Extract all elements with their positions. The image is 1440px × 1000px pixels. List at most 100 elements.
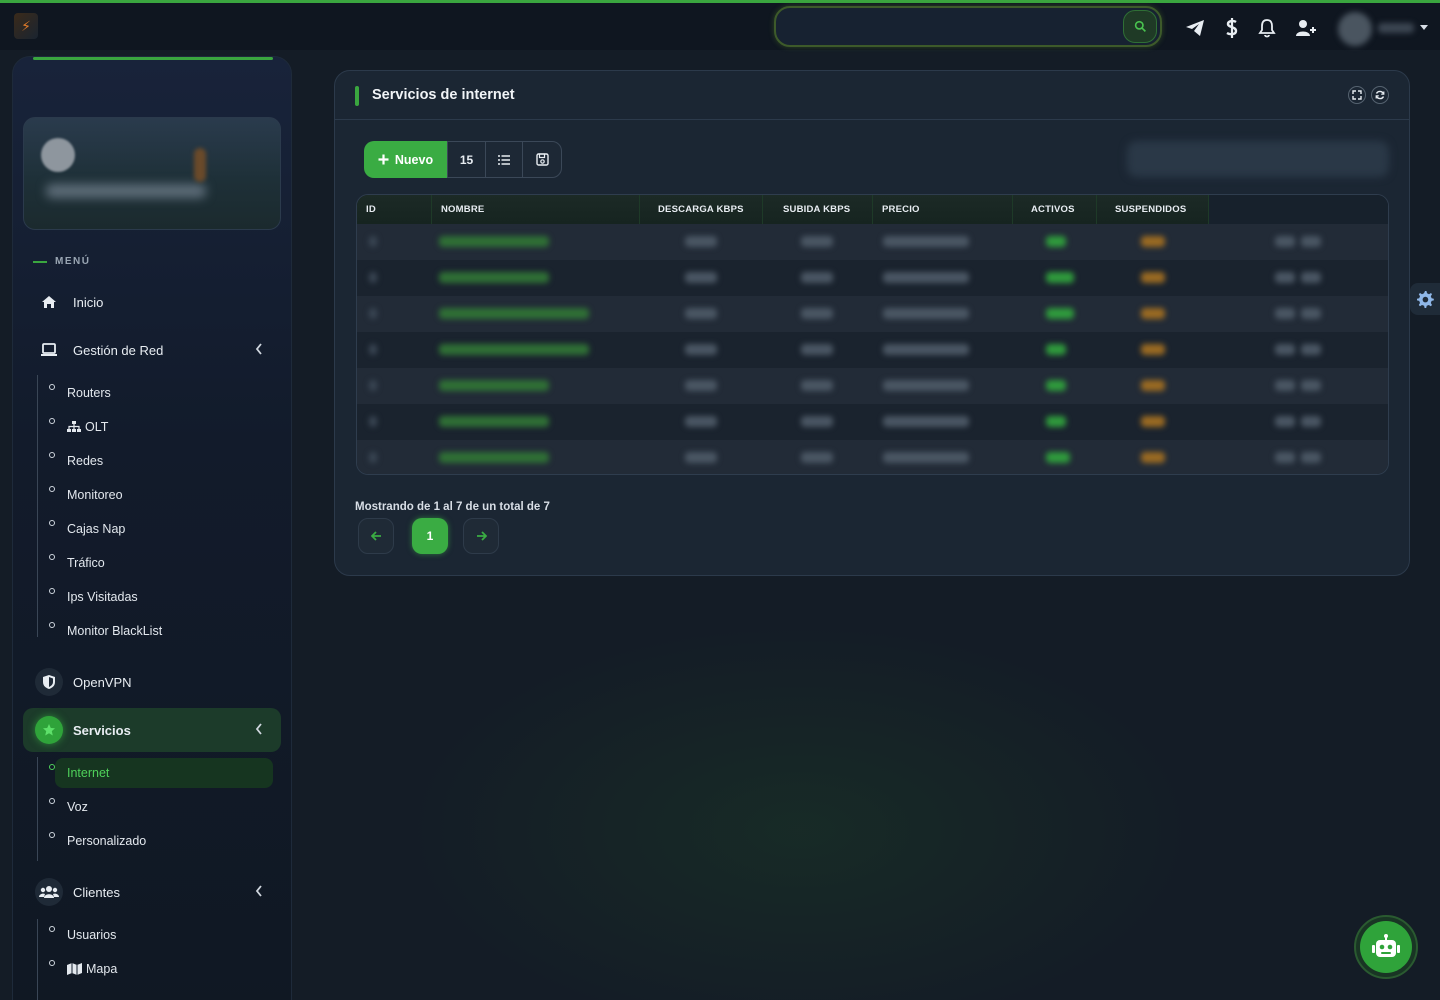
sidebar-subitem-personalizado[interactable]: Personalizado <box>45 826 273 856</box>
sidebar-item-clientes[interactable]: Clientes <box>23 870 281 914</box>
user-plus-icon[interactable] <box>1295 17 1317 39</box>
chatbot-button[interactable] <box>1354 915 1418 979</box>
services-table: ID NOMBRE DESCARGA KBPS SUBIDA KBPS PREC… <box>356 194 1389 475</box>
expand-button[interactable] <box>1348 86 1366 104</box>
menu-title-label: MENÚ <box>55 256 91 267</box>
redacted-cell <box>1141 236 1165 247</box>
redacted-cell <box>883 344 969 355</box>
redacted-cell <box>439 416 549 427</box>
redacted-cell <box>1301 452 1321 463</box>
refresh-button[interactable] <box>1371 86 1389 104</box>
shield-icon <box>35 668 63 696</box>
chevron-left-icon <box>255 885 262 897</box>
bullet-icon <box>49 926 55 932</box>
col-nombre[interactable]: NOMBRE <box>432 195 640 224</box>
redacted-cell <box>883 416 969 427</box>
chevron-down-icon[interactable] <box>1420 25 1428 30</box>
redacted-cell <box>1275 272 1295 283</box>
arrow-left-icon <box>370 531 381 541</box>
settings-button[interactable] <box>1410 283 1440 315</box>
avatar <box>41 138 75 172</box>
table-search-blurred[interactable] <box>1127 141 1389 177</box>
sidebar-subitem-ips-visitadas[interactable]: Ips Visitadas <box>45 582 273 612</box>
bell-icon[interactable] <box>1256 17 1278 39</box>
list-icon <box>498 154 510 165</box>
search-button[interactable] <box>1123 10 1157 43</box>
col-id[interactable]: ID <box>357 195 432 224</box>
table-row[interactable] <box>357 260 1388 296</box>
bullet-icon <box>49 798 55 804</box>
redacted-cell <box>1046 272 1074 283</box>
sidebar-subitem-redes[interactable]: Redes <box>45 446 273 476</box>
sidebar-subitem-routers[interactable]: Routers <box>45 378 273 408</box>
sidebar-subitem-usuarios[interactable]: Usuarios <box>45 920 273 950</box>
redacted-cell <box>1275 236 1295 247</box>
subitem-label-wrap: Mapa <box>67 962 117 976</box>
sidebar-subitem-olt[interactable]: OLT <box>45 412 273 442</box>
search-icon <box>1134 20 1146 32</box>
telegram-icon[interactable] <box>1184 17 1206 39</box>
topbar: ⚡ <box>0 3 1440 50</box>
sidebar-subitem-voz[interactable]: Voz <box>45 792 273 822</box>
sidebar-item-servicios[interactable]: Servicios <box>23 708 281 752</box>
redacted-cell <box>801 380 833 391</box>
redacted-cell <box>369 236 377 247</box>
search-input[interactable] <box>788 16 1118 38</box>
redacted-cell <box>439 308 589 319</box>
user-avatar[interactable] <box>1338 12 1372 46</box>
sidebar-subitem-mapa[interactable]: Mapa <box>45 954 273 984</box>
bullet-icon <box>49 622 55 628</box>
bullet-icon <box>49 418 55 424</box>
redacted-cell <box>439 344 589 355</box>
page-button-current[interactable]: 1 <box>412 518 448 554</box>
col-descarga[interactable]: DESCARGA KBPS <box>640 195 763 224</box>
table-row[interactable] <box>357 404 1388 440</box>
redacted-cell <box>1301 344 1321 355</box>
profile-card[interactable] <box>23 117 281 230</box>
table-row[interactable] <box>357 296 1388 332</box>
redacted-cell <box>801 272 833 283</box>
sidebar-subitem-monitor-blacklist[interactable]: Monitor BlackList <box>45 616 273 646</box>
subitem-label: Cajas Nap <box>67 522 126 536</box>
prev-page-button[interactable] <box>358 518 394 554</box>
redacted-cell <box>1275 416 1295 427</box>
dollar-icon[interactable] <box>1221 17 1243 39</box>
columns-button[interactable] <box>485 141 523 178</box>
app-logo[interactable]: ⚡ <box>14 13 38 39</box>
table-row[interactable] <box>357 224 1388 260</box>
col-actions <box>1209 195 1388 224</box>
new-service-button[interactable]: Nuevo <box>364 141 447 178</box>
sidebar-subitem-internet[interactable]: Internet <box>49 758 273 788</box>
sidebar: MENÚ Inicio Gestión de Red Routers OLT R… <box>12 56 292 1000</box>
bullet-icon <box>49 832 55 838</box>
col-suspendidos[interactable]: SUSPENDIDOS <box>1097 195 1209 224</box>
sidebar-item-openvpn[interactable]: OpenVPN <box>23 660 281 704</box>
redacted-cell <box>439 380 549 391</box>
sidebar-item-inicio[interactable]: Inicio <box>23 280 281 324</box>
col-precio[interactable]: PRECIO <box>873 195 1013 224</box>
users-icon <box>35 878 63 906</box>
subitem-label: Redes <box>67 454 104 468</box>
subitem-label-wrap: OLT <box>67 420 108 434</box>
page-size-select[interactable]: 15 <box>447 141 486 178</box>
redacted-cell <box>801 416 833 427</box>
sidebar-subitem-cajas-nap[interactable]: Cajas Nap <box>45 514 273 544</box>
network-icon <box>67 421 81 432</box>
sidebar-subitem-monitoreo[interactable]: Monitoreo <box>45 480 273 510</box>
col-subida[interactable]: SUBIDA KBPS <box>763 195 873 224</box>
table-row[interactable] <box>357 332 1388 368</box>
table-row[interactable] <box>357 368 1388 404</box>
redacted-cell <box>801 344 833 355</box>
next-page-button[interactable] <box>463 518 499 554</box>
export-button[interactable] <box>522 141 562 178</box>
table-row[interactable] <box>357 440 1388 474</box>
sidebar-item-gestion-red[interactable]: Gestión de Red <box>23 328 281 372</box>
col-activos[interactable]: ACTIVOS <box>1013 195 1097 224</box>
redacted-cell <box>685 416 717 427</box>
subitem-label: Monitoreo <box>67 488 123 502</box>
chevron-left-icon <box>255 343 262 355</box>
sidebar-subitem-trafico[interactable]: Tráfico <box>45 548 273 578</box>
redacted-cell <box>1275 308 1295 319</box>
redacted-cell <box>1141 344 1165 355</box>
bullet-icon <box>49 452 55 458</box>
